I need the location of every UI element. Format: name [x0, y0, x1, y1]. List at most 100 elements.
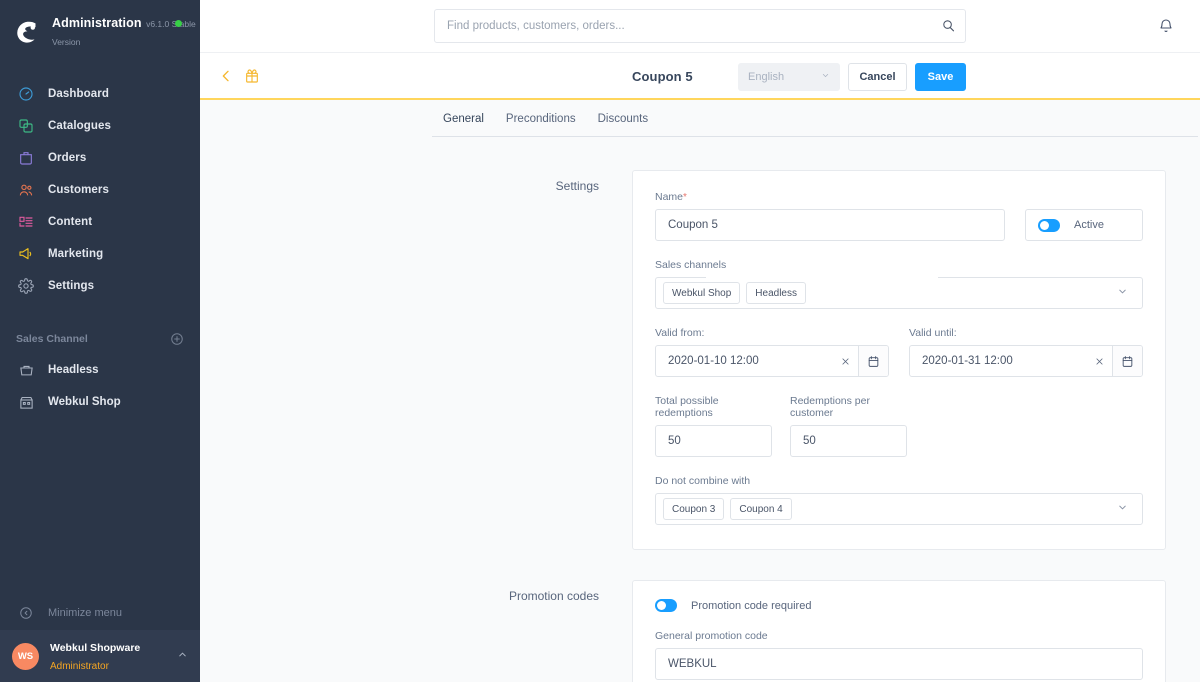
orders-icon: [16, 148, 36, 168]
do-not-combine-label: Do not combine with: [655, 475, 751, 487]
tab-bar: General Preconditions Discounts: [432, 100, 1198, 137]
name-label-text: Name: [655, 191, 684, 203]
content-icon: [16, 212, 36, 232]
chevron-up-icon[interactable]: [177, 649, 188, 663]
general-promotion-code-label: General promotion code: [655, 630, 768, 642]
brand-header[interactable]: Administration v6.1.0 Stable Version: [0, 0, 200, 64]
brand-title: Administration: [52, 16, 142, 30]
promotion-code-required-toggle[interactable]: [655, 599, 677, 612]
promotion-codes-row: Promotion codes Promotion code required …: [200, 580, 1200, 682]
sidebar-item-label: Dashboard: [48, 88, 109, 100]
minimize-menu-button[interactable]: Minimize menu: [0, 596, 200, 630]
validity-row: Valid from: 2020-01-10 12:00 Valid until…: [655, 327, 1143, 377]
cancel-button[interactable]: Cancel: [848, 62, 907, 91]
customers-icon: [16, 180, 36, 200]
name-input[interactable]: Coupon 5: [655, 209, 1005, 241]
settings-gear-icon: [16, 276, 36, 296]
search-icon[interactable]: [941, 18, 956, 33]
language-select[interactable]: English: [738, 62, 840, 91]
sidebar-item-catalogues[interactable]: Catalogues: [0, 110, 200, 142]
sidebar-item-label: Settings: [48, 280, 95, 292]
sidebar-channel-headless[interactable]: Headless: [0, 354, 200, 386]
total-redemptions-group: Total possible redemptions 50: [655, 395, 772, 457]
sidebar-item-label: Content: [48, 216, 93, 228]
active-toggle[interactable]: [1038, 218, 1060, 232]
name-and-active-row: Coupon 5 Active: [655, 209, 1143, 241]
do-not-combine-chip[interactable]: Coupon 4: [730, 498, 792, 520]
promotion-codes-section-label: Promotion codes: [508, 589, 599, 603]
promotion-codes-card: Promotion code required General promotio…: [632, 580, 1166, 682]
calendar-icon[interactable]: [1112, 346, 1142, 376]
sales-channel-chip[interactable]: Webkul Shop: [663, 282, 741, 304]
valid-until-field[interactable]: 2020-01-31 12:00: [909, 345, 1143, 377]
sales-channel-chip[interactable]: Headless: [746, 282, 806, 304]
chevron-down-icon: [821, 71, 830, 82]
user-role: Administrator: [50, 661, 109, 672]
name-field-label: Name*: [655, 191, 1143, 203]
valid-until-group: Valid until: 2020-01-31 12:00: [909, 327, 1143, 377]
do-not-combine-chip[interactable]: Coupon 3: [663, 498, 725, 520]
sales-channels-label: Sales channels: [655, 259, 727, 271]
valid-until-value[interactable]: 2020-01-31 12:00: [910, 346, 1086, 376]
chevron-left-icon[interactable]: [218, 68, 234, 84]
status-indicator-dot: [175, 20, 182, 27]
sidebar-item-label: Catalogues: [48, 120, 111, 132]
sales-channels-select[interactable]: Webkul Shop Headless: [655, 277, 1143, 309]
settings-card: Name* Coupon 5 Active Sales channels Web…: [632, 170, 1166, 550]
save-button[interactable]: Save: [915, 62, 966, 91]
valid-from-label: Valid from:: [655, 327, 705, 339]
sidebar-item-marketing[interactable]: Marketing: [0, 238, 200, 270]
user-name: Webkul Shopware: [50, 642, 141, 654]
active-toggle-box[interactable]: Active: [1025, 209, 1143, 241]
tab-discounts[interactable]: Discounts: [587, 109, 660, 136]
page-header: Coupon 5 English Cancel Save: [200, 53, 1200, 100]
avatar: WS: [12, 642, 39, 670]
minimize-menu-label: Minimize menu: [48, 607, 122, 619]
do-not-combine-select[interactable]: Coupon 3 Coupon 4: [655, 493, 1143, 525]
main-navigation: Dashboard Catalogues Orders Customers Co…: [0, 78, 200, 302]
sidebar-channel-label: Headless: [48, 364, 99, 376]
chevron-down-icon[interactable]: [1117, 502, 1132, 516]
language-select-value: English: [748, 70, 785, 83]
total-redemptions-input[interactable]: 50: [655, 425, 772, 457]
clear-x-icon[interactable]: [832, 346, 858, 376]
marketing-icon: [16, 244, 36, 264]
promotion-code-required-label: Promotion code required: [691, 599, 812, 612]
sidebar-item-customers[interactable]: Customers: [0, 174, 200, 206]
sidebar-item-dashboard[interactable]: Dashboard: [0, 78, 200, 110]
sales-channel-section-label: Sales Channel: [16, 333, 88, 345]
calendar-icon[interactable]: [858, 346, 888, 376]
search-input[interactable]: [434, 9, 966, 43]
top-bar: [200, 0, 1200, 53]
redemptions-per-customer-input[interactable]: 50: [790, 425, 907, 457]
general-promotion-code-input[interactable]: WEBKUL: [655, 648, 1143, 680]
sidebar-item-label: Customers: [48, 184, 109, 196]
required-marker: *: [683, 192, 687, 203]
sidebar-item-content[interactable]: Content: [0, 206, 200, 238]
redemptions-row: Total possible redemptions 50 Redemption…: [655, 395, 1143, 457]
plus-circle-icon[interactable]: [170, 332, 184, 346]
promotion-code-required-row[interactable]: Promotion code required: [655, 599, 1143, 612]
settings-row: Settings Name* Coupon 5 Active Sales cha…: [200, 170, 1200, 550]
main-area: Coupon 5 English Cancel Save General Pre…: [200, 0, 1200, 682]
chevron-down-icon[interactable]: [1117, 286, 1132, 300]
bell-icon[interactable]: [1158, 18, 1174, 34]
tab-general[interactable]: General: [432, 109, 495, 136]
form-area: Settings Name* Coupon 5 Active Sales cha…: [200, 137, 1200, 682]
headless-basket-icon: [16, 360, 36, 380]
sidebar: Administration v6.1.0 Stable Version Das…: [0, 0, 200, 682]
valid-from-field[interactable]: 2020-01-10 12:00: [655, 345, 889, 377]
sidebar-item-label: Marketing: [48, 248, 104, 260]
tab-preconditions[interactable]: Preconditions: [495, 109, 587, 136]
clear-x-icon[interactable]: [1086, 346, 1112, 376]
sidebar-item-settings[interactable]: Settings: [0, 270, 200, 302]
user-profile-bar[interactable]: WS Webkul Shopware Administrator: [0, 630, 200, 682]
storefront-icon: [16, 392, 36, 412]
gift-icon[interactable]: [244, 68, 260, 84]
valid-from-value[interactable]: 2020-01-10 12:00: [656, 346, 832, 376]
sidebar-channel-webkul-shop[interactable]: Webkul Shop: [0, 386, 200, 418]
redemptions-per-customer-label: Redemptions per customer: [790, 395, 870, 419]
sidebar-item-orders[interactable]: Orders: [0, 142, 200, 174]
collapse-icon: [16, 603, 36, 623]
